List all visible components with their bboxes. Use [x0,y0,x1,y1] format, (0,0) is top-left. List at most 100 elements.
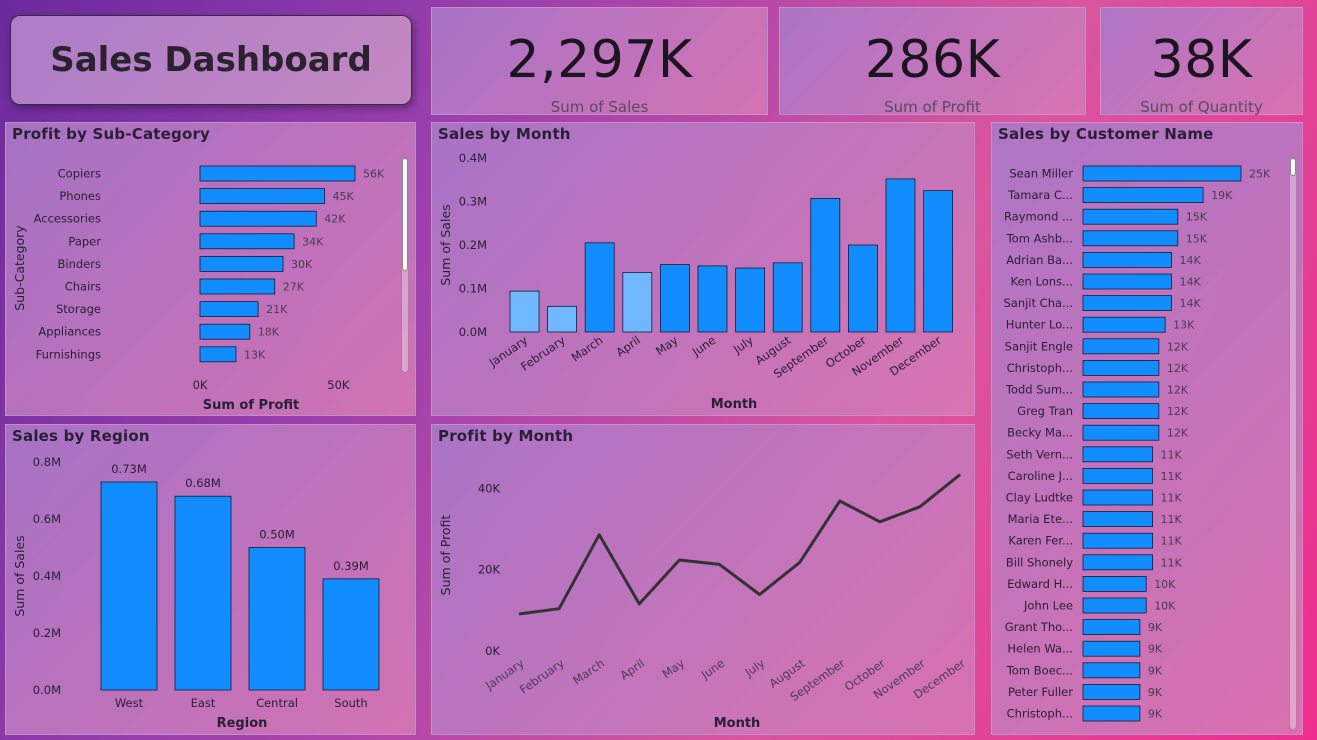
x-tick-label: April [617,656,647,683]
kpi-card-quantity[interactable]: 38K Sum of Quantity [1100,7,1303,116]
scrollbar-subcategory[interactable] [401,157,409,373]
bar[interactable] [1082,446,1153,463]
scrollbar-thumb-customer[interactable] [1290,158,1296,176]
bar[interactable] [1082,359,1160,376]
bar[interactable] [1082,511,1153,528]
category-label: Karen Fer... [1008,534,1073,548]
bar[interactable] [1082,467,1153,484]
bar[interactable] [810,198,841,333]
bar[interactable] [199,188,325,204]
category-label: Tom Boec... [1006,663,1073,677]
bar[interactable] [847,244,878,333]
bar[interactable] [1082,381,1160,398]
bar[interactable] [248,547,306,691]
bar[interactable] [199,346,237,363]
y-tick-label: 0.2M [459,238,487,252]
category-label: Adrian Ba... [1006,253,1073,267]
category-label: Sanjit Cha... [1003,296,1073,310]
bar[interactable] [1082,316,1166,333]
category-label: Christoph... [1007,361,1073,375]
bar[interactable] [199,210,317,227]
chart-sales-by-month: 0.0M0.1M0.2M0.3M0.4MJanuaryFebruary March… [438,151,954,412]
bar[interactable] [1082,597,1147,614]
x-tick-label: 0K [193,378,208,392]
category-label: Caroline J... [1008,469,1073,483]
profit-line[interactable] [518,473,962,616]
bar[interactable] [1082,489,1153,506]
bar[interactable] [622,272,653,333]
data-label: 9K [1148,686,1163,699]
bar[interactable] [100,481,158,691]
x-tick-label: South [334,696,367,710]
category-label: Grant Tho... [1005,620,1073,634]
data-label: 21K [266,303,288,316]
bar[interactable] [509,290,540,333]
bar[interactable] [1082,705,1141,722]
x-tick-label: June [698,656,727,682]
kpi-sales-label: Sum of Sales [550,98,649,116]
bar[interactable] [735,267,766,333]
bar[interactable] [1082,684,1141,700]
x-tick-label: Central [256,696,298,710]
panel-profit-by-subcategory[interactable]: Profit by Sub-Category Copiers 56K Phones 4… [5,122,416,416]
bar[interactable] [1082,165,1242,182]
data-label: 11K [1161,448,1183,461]
kpi-card-sales[interactable]: 2,297K Sum of Sales [431,7,768,116]
bar[interactable] [1082,640,1141,657]
scrollbar-thumb-subcategory[interactable] [402,158,408,271]
panel-sales-by-month[interactable]: Sales by Month 0.0M 0.1M 0.2M 0.3M 0.4M Janua… [431,122,975,416]
data-label: 0.39M [333,559,369,573]
bar[interactable] [1082,273,1172,290]
data-label: 11K [1161,556,1183,569]
bar[interactable] [885,178,916,333]
y-tick-label: 0.0M [459,325,487,339]
x-tick-label: March [569,333,606,365]
data-label: 9K [1148,664,1163,677]
category-label: Chairs [65,280,101,294]
bar[interactable] [1082,338,1160,355]
y-tick-label: 0.4M [459,151,487,165]
bar[interactable] [1082,619,1141,636]
bar[interactable] [1082,295,1172,312]
bar[interactable] [697,265,728,333]
bar[interactable] [1082,575,1147,592]
data-label: 19K [1211,189,1233,202]
bar[interactable] [1082,532,1153,549]
bar[interactable] [174,495,232,691]
bar[interactable] [1082,251,1172,268]
panel-sales-by-customer[interactable]: Sales by Customer Name Sean Miller 25K Tam… [991,122,1303,735]
bar[interactable] [584,242,615,333]
bar[interactable] [199,255,284,272]
data-label: 11K [1161,492,1183,505]
bar[interactable] [659,264,690,333]
bar[interactable] [772,262,803,333]
y-tick-label: 40K [478,481,501,495]
bar[interactable] [1082,208,1179,225]
panel-profit-by-month[interactable]: Profit by Month 0K 20K 40K January February M… [431,424,975,735]
bar[interactable] [199,323,251,340]
bar[interactable] [923,190,954,333]
bar[interactable] [1082,662,1141,679]
bar[interactable] [199,278,276,295]
bar[interactable] [199,301,259,318]
bar[interactable] [1082,554,1153,571]
category-label: Maria Ete... [1008,512,1073,526]
panel-sales-by-region[interactable]: Sales by Region 0.0M 0.2M 0.4M 0.6M 0.8M 0.73… [5,424,416,735]
bar[interactable] [1082,424,1160,441]
data-label: 11K [1161,535,1183,548]
data-label: 27K [283,281,305,294]
bar[interactable] [1082,230,1179,247]
category-label: Clay Ludtke [1006,491,1073,505]
data-label: 12K [1167,362,1189,375]
x-tick-label: 50K [327,378,350,392]
bar[interactable] [1082,403,1160,420]
bar[interactable] [1082,187,1204,203]
category-label: Accessories [34,212,101,226]
bar[interactable] [199,165,356,182]
bar[interactable] [547,305,577,333]
scrollbar-customer[interactable] [1289,157,1297,730]
kpi-card-profit[interactable]: 286K Sum of Profit [779,7,1086,116]
data-label: 45K [333,190,355,203]
bar[interactable] [322,578,380,691]
bar[interactable] [199,233,295,250]
